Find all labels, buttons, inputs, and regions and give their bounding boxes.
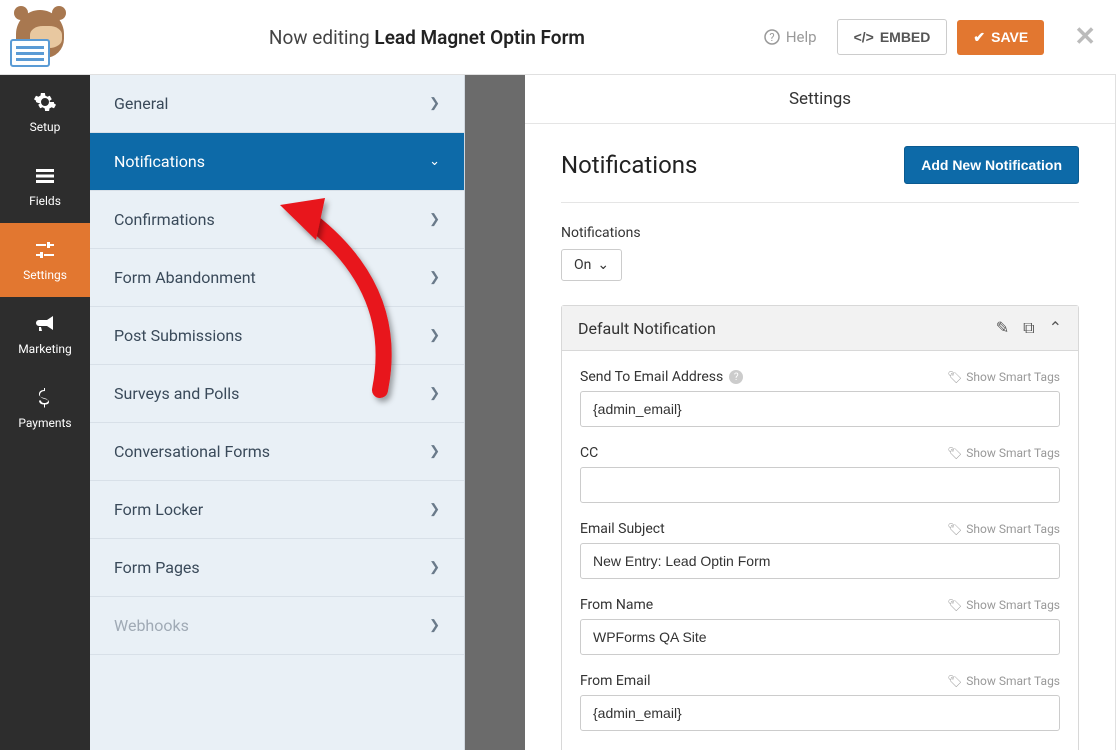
editing-title: Now editing Lead Magnet Optin Form xyxy=(90,26,764,49)
sidebar-item-webhooks[interactable]: Webhooks❯ xyxy=(90,597,464,655)
chevron-right-icon: ❯ xyxy=(429,328,440,343)
chevron-down-icon: ⌄ xyxy=(429,154,440,169)
duplicate-icon[interactable]: ⧉ xyxy=(1023,318,1034,338)
send-to-input[interactable] xyxy=(580,391,1060,427)
content-area: Settings Notifications Add New Notificat… xyxy=(525,75,1116,750)
from-name-input[interactable] xyxy=(580,619,1060,655)
check-icon: ✔ xyxy=(973,29,985,46)
tag-icon: 🏷 xyxy=(947,598,962,612)
chevron-right-icon: ❯ xyxy=(429,618,440,633)
gear-icon xyxy=(33,90,57,114)
smart-tags-link[interactable]: 🏷Show Smart Tags xyxy=(947,674,1060,688)
notifications-toggle[interactable]: On ⌄ xyxy=(561,249,622,281)
sidebar-item-form-pages[interactable]: Form Pages❯ xyxy=(90,539,464,597)
save-button[interactable]: ✔ SAVE xyxy=(957,20,1044,55)
list-icon xyxy=(33,164,57,188)
preview-gutter xyxy=(465,75,525,750)
from-email-label: From Email xyxy=(580,673,651,689)
add-new-notification-button[interactable]: Add New Notification xyxy=(904,146,1079,184)
edit-icon[interactable]: ✎ xyxy=(996,318,1009,338)
content-header: Settings xyxy=(525,75,1115,124)
tag-icon: 🏷 xyxy=(947,674,962,688)
nav-fields[interactable]: Fields xyxy=(0,149,90,223)
sidebar-item-general[interactable]: General❯ xyxy=(90,75,464,133)
tag-icon: 🏷 xyxy=(947,522,962,536)
panel-title: Default Notification xyxy=(578,319,716,338)
embed-button[interactable]: </> EMBED xyxy=(837,19,948,55)
help-link[interactable]: ? Help xyxy=(764,28,817,46)
svg-text:?: ? xyxy=(769,31,774,44)
left-nav: Setup Fields Settings Marketing Payments xyxy=(0,75,90,750)
smart-tags-link[interactable]: 🏷Show Smart Tags xyxy=(947,522,1060,536)
sidebar-item-conversational-forms[interactable]: Conversational Forms❯ xyxy=(90,423,464,481)
sidebar-item-post-submissions[interactable]: Post Submissions❯ xyxy=(90,307,464,365)
subject-label: Email Subject xyxy=(580,521,665,537)
smart-tags-link[interactable]: 🏷Show Smart Tags xyxy=(947,370,1060,384)
subject-input[interactable] xyxy=(580,543,1060,579)
chevron-down-icon: ⌄ xyxy=(597,257,609,273)
topbar: Now editing Lead Magnet Optin Form ? Hel… xyxy=(0,0,1116,75)
bullhorn-icon xyxy=(33,312,57,336)
cc-input[interactable] xyxy=(580,467,1060,503)
notifications-toggle-label: Notifications xyxy=(561,225,1079,241)
code-icon: </> xyxy=(854,29,874,45)
sidebar-item-confirmations[interactable]: Confirmations❯ xyxy=(90,191,464,249)
help-icon[interactable]: ? xyxy=(729,370,743,384)
smart-tags-link[interactable]: 🏷Show Smart Tags xyxy=(947,598,1060,612)
collapse-icon[interactable]: ⌃ xyxy=(1049,318,1062,338)
nav-marketing[interactable]: Marketing xyxy=(0,297,90,371)
sliders-icon xyxy=(33,238,57,262)
sidebar-item-form-abandonment[interactable]: Form Abandonment❯ xyxy=(90,249,464,307)
chevron-right-icon: ❯ xyxy=(429,96,440,111)
nav-setup[interactable]: Setup xyxy=(0,75,90,149)
chevron-right-icon: ❯ xyxy=(429,212,440,227)
nav-settings[interactable]: Settings xyxy=(0,223,90,297)
smart-tags-link[interactable]: 🏷Show Smart Tags xyxy=(947,446,1060,460)
tag-icon: 🏷 xyxy=(947,370,962,384)
send-to-label: Send To Email Address? xyxy=(580,369,743,385)
dollar-icon xyxy=(33,386,57,410)
nav-payments[interactable]: Payments xyxy=(0,371,90,445)
chevron-right-icon: ❯ xyxy=(429,560,440,575)
tag-icon: 🏷 xyxy=(947,446,962,460)
chevron-right-icon: ❯ xyxy=(429,270,440,285)
cc-label: CC xyxy=(580,445,598,461)
notification-panel: Default Notification ✎ ⧉ ⌃ Send To Email… xyxy=(561,305,1079,750)
settings-sidebar: General❯ Notifications⌄ Confirmations❯ F… xyxy=(90,75,465,750)
chevron-right-icon: ❯ xyxy=(429,444,440,459)
from-name-label: From Name xyxy=(580,597,653,613)
sidebar-item-notifications[interactable]: Notifications⌄ xyxy=(90,133,464,191)
chevron-right-icon: ❯ xyxy=(429,502,440,517)
chevron-right-icon: ❯ xyxy=(429,386,440,401)
sidebar-item-surveys-polls[interactable]: Surveys and Polls❯ xyxy=(90,365,464,423)
wpforms-logo[interactable] xyxy=(10,10,70,65)
page-title: Notifications xyxy=(561,151,697,179)
from-email-input[interactable] xyxy=(580,695,1060,731)
sidebar-item-form-locker[interactable]: Form Locker❯ xyxy=(90,481,464,539)
close-icon[interactable]: ✕ xyxy=(1074,22,1096,52)
